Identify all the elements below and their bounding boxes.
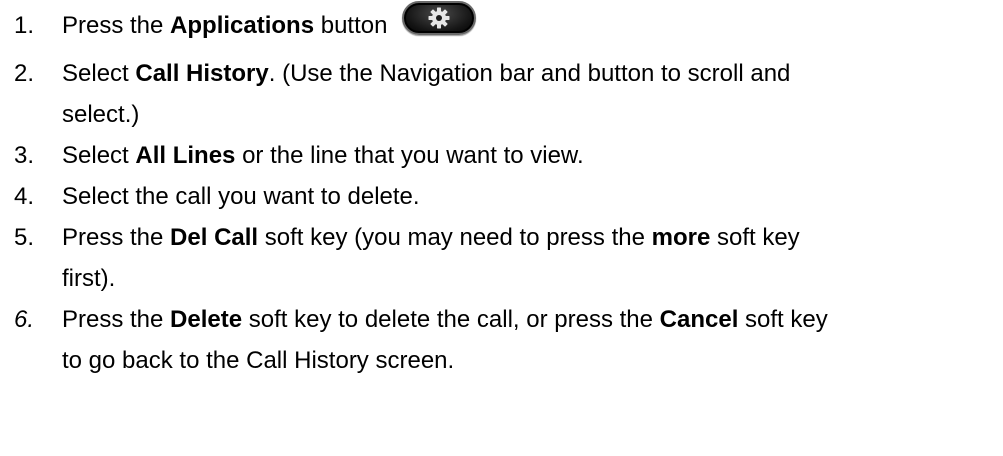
step-text: soft key	[710, 224, 800, 251]
step-6: 6. Press the Delete soft key to delete t…	[0, 299, 1003, 381]
step-number: 6.	[14, 306, 35, 333]
step-text: . (Use the Navigation bar and button to …	[268, 60, 791, 87]
step-text: button	[314, 12, 388, 39]
step-number: 4.	[14, 183, 35, 210]
step-continuation: first).	[62, 265, 116, 292]
step-4: 4. Select the call you want to delete.	[0, 176, 1003, 217]
step-5: 5. Press the Del Call soft key (you may …	[0, 217, 1003, 299]
step-text: soft key (you may need to press the	[258, 224, 652, 251]
step-text: Select	[62, 60, 136, 87]
step-bold-term: Del Call	[170, 224, 259, 251]
step-2: 2. Select Call History. (Use the Navigat…	[0, 53, 1003, 135]
step-text: Select the call you want to delete.	[62, 183, 420, 210]
step-bold-term: Call History	[135, 60, 269, 87]
step-text: soft key	[738, 306, 828, 333]
step-number: 3.	[14, 142, 35, 169]
step-bold-term: Applications	[170, 12, 315, 39]
step-bold-term: Cancel	[659, 306, 739, 333]
step-number: 5.	[14, 224, 35, 251]
instruction-list: 1. Press the Applications button 2. Sele…	[0, 0, 1003, 381]
step-bold-term: All Lines	[135, 142, 236, 169]
step-text: Press the	[62, 224, 171, 251]
step-3: 3. Select All Lines or the line that you…	[0, 135, 1003, 176]
step-text: soft key to delete the call, or press th…	[242, 306, 660, 333]
step-text: Press the	[62, 12, 171, 39]
step-text: or the line that you want to view.	[235, 142, 584, 169]
step-number: 2.	[14, 60, 35, 87]
step-text: Press the	[62, 306, 171, 333]
step-1: 1. Press the Applications button	[0, 0, 1003, 53]
step-continuation: to go back to the Call History screen.	[62, 347, 455, 374]
step-continuation: select.)	[62, 101, 140, 128]
gear-icon	[428, 7, 450, 29]
applications-button-icon	[402, 0, 477, 35]
step-number: 1.	[14, 12, 35, 39]
step-bold-term: Delete	[170, 306, 243, 333]
step-bold-term: more	[651, 224, 711, 251]
step-text: Select	[62, 142, 136, 169]
